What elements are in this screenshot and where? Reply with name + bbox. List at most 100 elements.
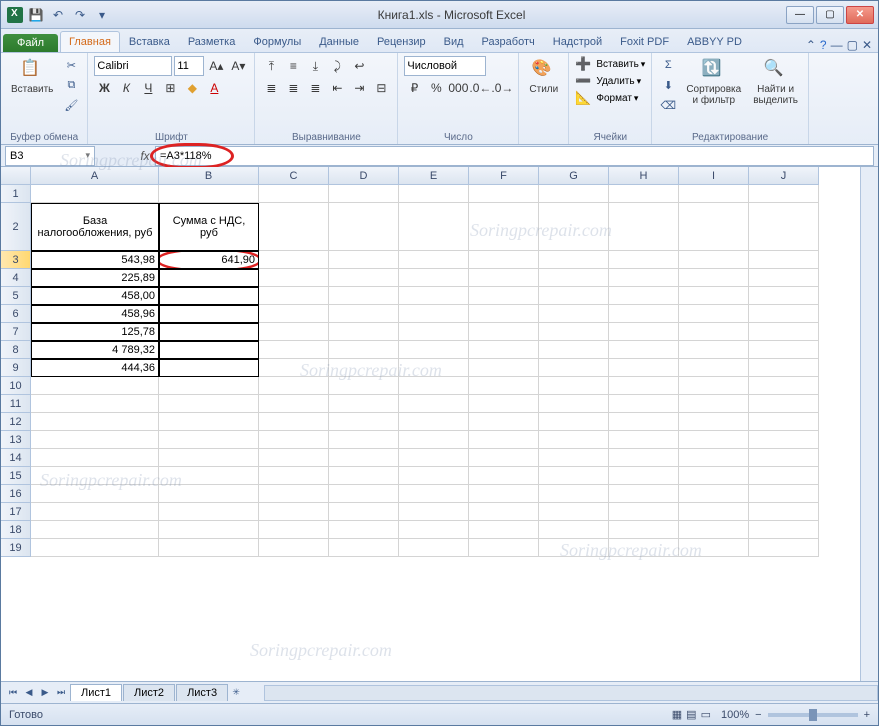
cell-J[interactable] xyxy=(749,431,819,449)
cell-C[interactable] xyxy=(259,185,329,203)
autosum-icon[interactable]: Σ xyxy=(658,56,678,74)
col-header-C[interactable]: C xyxy=(259,167,329,185)
cell-C6[interactable] xyxy=(259,305,329,323)
increase-font-icon[interactable]: A▴ xyxy=(206,56,226,76)
cell-E[interactable] xyxy=(399,449,469,467)
cell-B[interactable] xyxy=(159,503,259,521)
cell-H[interactable] xyxy=(609,503,679,521)
cell-H[interactable] xyxy=(609,431,679,449)
cell-H[interactable] xyxy=(609,467,679,485)
tab-home[interactable]: Главная xyxy=(60,31,120,52)
cell-B[interactable] xyxy=(159,449,259,467)
cell-C2[interactable] xyxy=(259,203,329,251)
cell-F[interactable] xyxy=(469,395,539,413)
minimize-ribbon-icon[interactable]: ⌃ xyxy=(806,38,816,52)
cell-E8[interactable] xyxy=(399,341,469,359)
cell-G3[interactable] xyxy=(539,251,609,269)
tab-abbyy[interactable]: ABBYY PD xyxy=(678,31,751,52)
cell-D7[interactable] xyxy=(329,323,399,341)
spreadsheet-grid[interactable]: ABCDEFGHIJ12База налогообложения, рубСум… xyxy=(1,167,860,681)
cell-E[interactable] xyxy=(399,431,469,449)
zoom-slider[interactable] xyxy=(768,713,858,717)
cell-A[interactable] xyxy=(31,377,159,395)
increase-indent-icon[interactable]: ⇥ xyxy=(349,78,369,98)
cell-G[interactable] xyxy=(539,485,609,503)
cell-J6[interactable] xyxy=(749,305,819,323)
cell-J[interactable] xyxy=(749,521,819,539)
cell-E[interactable] xyxy=(399,185,469,203)
cell-H7[interactable] xyxy=(609,323,679,341)
zoom-in-icon[interactable]: + xyxy=(864,709,870,721)
cell-G[interactable] xyxy=(539,377,609,395)
cell-J4[interactable] xyxy=(749,269,819,287)
cell-E5[interactable] xyxy=(399,287,469,305)
save-icon[interactable]: 💾 xyxy=(27,6,45,24)
row-header-18[interactable]: 18 xyxy=(1,521,31,539)
cell-A9[interactable]: 444,36 xyxy=(31,359,159,377)
formula-bar[interactable]: =A3*118% xyxy=(155,146,874,166)
cell-E9[interactable] xyxy=(399,359,469,377)
cell-F[interactable] xyxy=(469,503,539,521)
percent-icon[interactable]: % xyxy=(426,78,446,98)
col-header-G[interactable]: G xyxy=(539,167,609,185)
cell-B6[interactable] xyxy=(159,305,259,323)
cell-C[interactable] xyxy=(259,413,329,431)
cell-F[interactable] xyxy=(469,485,539,503)
cell-F5[interactable] xyxy=(469,287,539,305)
cell-G[interactable] xyxy=(539,413,609,431)
font-size-select[interactable] xyxy=(174,56,204,76)
cell-J2[interactable] xyxy=(749,203,819,251)
cell-C[interactable] xyxy=(259,449,329,467)
cell-F[interactable] xyxy=(469,521,539,539)
cell-H2[interactable] xyxy=(609,203,679,251)
cell-A8[interactable]: 4 789,32 xyxy=(31,341,159,359)
format-painter-icon[interactable]: 🖌 xyxy=(61,96,81,114)
cell-E6[interactable] xyxy=(399,305,469,323)
cell-B[interactable] xyxy=(159,413,259,431)
cell-B5[interactable] xyxy=(159,287,259,305)
cell-J[interactable] xyxy=(749,449,819,467)
tab-addins[interactable]: Надстрой xyxy=(544,31,611,52)
view-normal-icon[interactable]: ▦ xyxy=(672,708,682,721)
italic-button[interactable]: К xyxy=(116,78,136,98)
cell-G4[interactable] xyxy=(539,269,609,287)
cell-C[interactable] xyxy=(259,539,329,557)
cell-D2[interactable] xyxy=(329,203,399,251)
cell-D3[interactable] xyxy=(329,251,399,269)
cell-D9[interactable] xyxy=(329,359,399,377)
cell-H[interactable] xyxy=(609,185,679,203)
cell-D[interactable] xyxy=(329,449,399,467)
cell-E2[interactable] xyxy=(399,203,469,251)
cell-J[interactable] xyxy=(749,185,819,203)
row-header-6[interactable]: 6 xyxy=(1,305,31,323)
cell-F6[interactable] xyxy=(469,305,539,323)
doc-close-icon[interactable]: ✕ xyxy=(862,38,872,52)
cell-J8[interactable] xyxy=(749,341,819,359)
cell-F[interactable] xyxy=(469,413,539,431)
cell-E[interactable] xyxy=(399,539,469,557)
tab-review[interactable]: Рецензир xyxy=(368,31,435,52)
cell-A4[interactable]: 225,89 xyxy=(31,269,159,287)
zoom-thumb[interactable] xyxy=(809,709,817,721)
cell-B[interactable] xyxy=(159,539,259,557)
cell-A[interactable] xyxy=(31,431,159,449)
cell-A[interactable] xyxy=(31,449,159,467)
cell-H[interactable] xyxy=(609,449,679,467)
cell-F3[interactable] xyxy=(469,251,539,269)
cell-E[interactable] xyxy=(399,485,469,503)
underline-button[interactable]: Ч xyxy=(138,78,158,98)
cell-D[interactable] xyxy=(329,395,399,413)
cell-D6[interactable] xyxy=(329,305,399,323)
cell-F4[interactable] xyxy=(469,269,539,287)
file-tab[interactable]: Файл xyxy=(3,34,58,52)
cell-C9[interactable] xyxy=(259,359,329,377)
bold-button[interactable]: Ж xyxy=(94,78,114,98)
align-left-icon[interactable]: ≣ xyxy=(261,78,281,98)
sort-filter-button[interactable]: 🔃 Сортировка и фильтр xyxy=(682,56,745,108)
cell-I[interactable] xyxy=(679,467,749,485)
cell-B[interactable] xyxy=(159,185,259,203)
cell-I[interactable] xyxy=(679,503,749,521)
cell-I2[interactable] xyxy=(679,203,749,251)
row-header-1[interactable]: 1 xyxy=(1,185,31,203)
tab-view[interactable]: Вид xyxy=(435,31,473,52)
